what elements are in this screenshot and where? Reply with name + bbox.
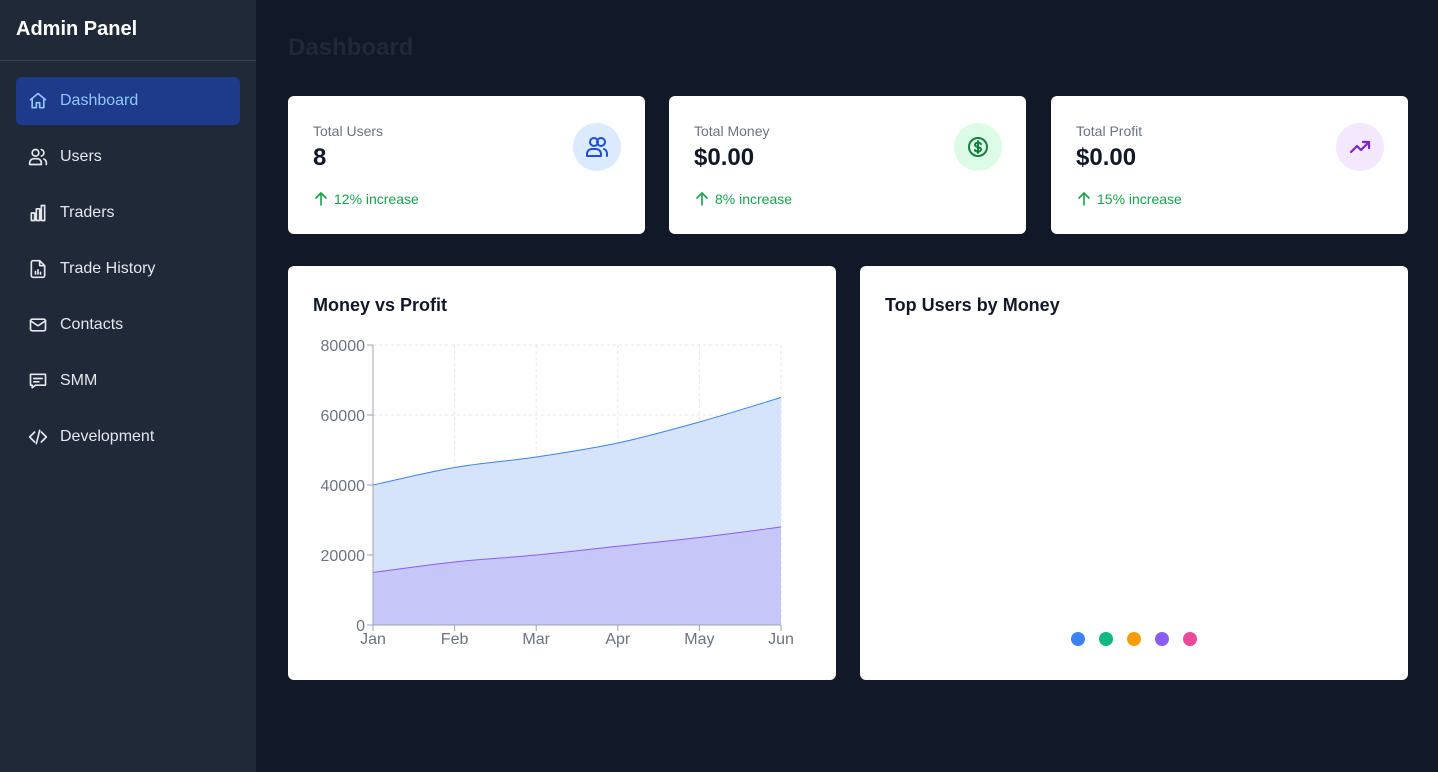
top-users-panel: Top Users by Money <box>860 266 1408 680</box>
x-tick-label: Jun <box>768 631 794 648</box>
sidebar-item-users[interactable]: Users <box>16 133 240 181</box>
home-icon <box>28 91 48 111</box>
y-tick-label: 60000 <box>321 408 366 425</box>
arrow-up-icon <box>1076 191 1092 207</box>
legend-dot[interactable] <box>1099 632 1113 646</box>
stat-trend-text: 8% increase <box>715 191 793 207</box>
sidebar-item-development[interactable]: Development <box>16 413 240 461</box>
stat-value: $0.00 <box>1076 144 1137 171</box>
x-tick-label: Feb <box>441 631 469 648</box>
stat-value: 8 <box>313 144 327 171</box>
sidebar-item-label: Contacts <box>60 316 124 333</box>
users-icon <box>573 123 621 171</box>
arrow-up-icon <box>313 191 329 207</box>
sidebar-item-label: Development <box>60 428 155 445</box>
stat-label: Total Profit <box>1076 123 1143 139</box>
legend-dot[interactable] <box>1127 632 1141 646</box>
page-title: Dashboard <box>288 34 414 61</box>
sidebar-item-dashboard[interactable]: Dashboard <box>16 77 240 125</box>
stat-trend-text: 12% increase <box>334 191 419 207</box>
sidebar-item-label: Traders <box>60 204 115 221</box>
money-vs-profit-chart: 020000400006000080000Jan Feb Mar Apr May Jun <box>321 338 794 648</box>
stat-trend-text: 15% increase <box>1097 191 1182 207</box>
stat-trend: 15% increase <box>1076 191 1182 207</box>
sidebar-nav: Dashboard Users Traders Trade History Co… <box>0 61 256 461</box>
y-tick-label: 40000 <box>321 478 366 495</box>
stat-trend: 12% increase <box>313 191 419 207</box>
stat-card-total-profit: Total Profit $0.00 15% increase <box>1051 96 1408 234</box>
x-tick-label: Apr <box>605 631 631 648</box>
trending-up-icon <box>1336 123 1384 171</box>
code-icon <box>28 427 48 447</box>
arrow-up-icon <box>694 191 710 207</box>
stat-value: $0.00 <box>694 144 755 171</box>
sidebar-item-label: SMM <box>60 372 98 389</box>
message-icon <box>28 371 48 391</box>
main-content: Dashboard Total Users 8 12% increase Tot… <box>256 0 1438 772</box>
sidebar-item-label: Users <box>60 148 102 165</box>
stat-card-total-money: Total Money $0.00 8% increase <box>669 96 1026 234</box>
sidebar-item-label: Trade History <box>60 260 156 277</box>
stat-card-total-users: Total Users 8 12% increase <box>288 96 645 234</box>
panel-title: Top Users by Money <box>885 295 1060 315</box>
legend-dot[interactable] <box>1071 632 1085 646</box>
stat-trend: 8% increase <box>694 191 792 207</box>
y-tick-label: 80000 <box>321 338 366 355</box>
sidebar-header: Admin Panel <box>0 0 256 61</box>
app-title: Admin Panel <box>16 18 138 40</box>
file-chart-icon <box>28 259 48 279</box>
dollar-circle-icon <box>954 123 1002 171</box>
top-users-legend <box>860 632 1408 646</box>
money-vs-profit-panel: Money vs Profit 0 20000 40000 60000 80000 Jan… <box>288 266 836 680</box>
legend-dot[interactable] <box>1183 632 1197 646</box>
sidebar-item-smm[interactable]: SMM <box>16 357 240 405</box>
sidebar-item-label: Dashboard <box>60 92 139 109</box>
sidebar-item-trade-history[interactable]: Trade History <box>16 245 240 293</box>
x-tick-label: May <box>684 631 714 648</box>
mail-icon <box>28 315 48 335</box>
sidebar-item-contacts[interactable]: Contacts <box>16 301 240 349</box>
x-tick-label: Jan <box>360 631 386 648</box>
bar-chart-icon <box>28 203 48 223</box>
sidebar-item-traders[interactable]: Traders <box>16 189 240 237</box>
x-tick-label: Mar <box>522 631 550 648</box>
legend-dot[interactable] <box>1155 632 1169 646</box>
y-tick-label: 20000 <box>321 548 366 565</box>
sidebar: Admin Panel Dashboard Users Traders Trad… <box>0 0 256 772</box>
users-icon <box>28 147 48 167</box>
stat-label: Total Money <box>694 123 770 139</box>
stat-label: Total Users <box>313 123 384 139</box>
